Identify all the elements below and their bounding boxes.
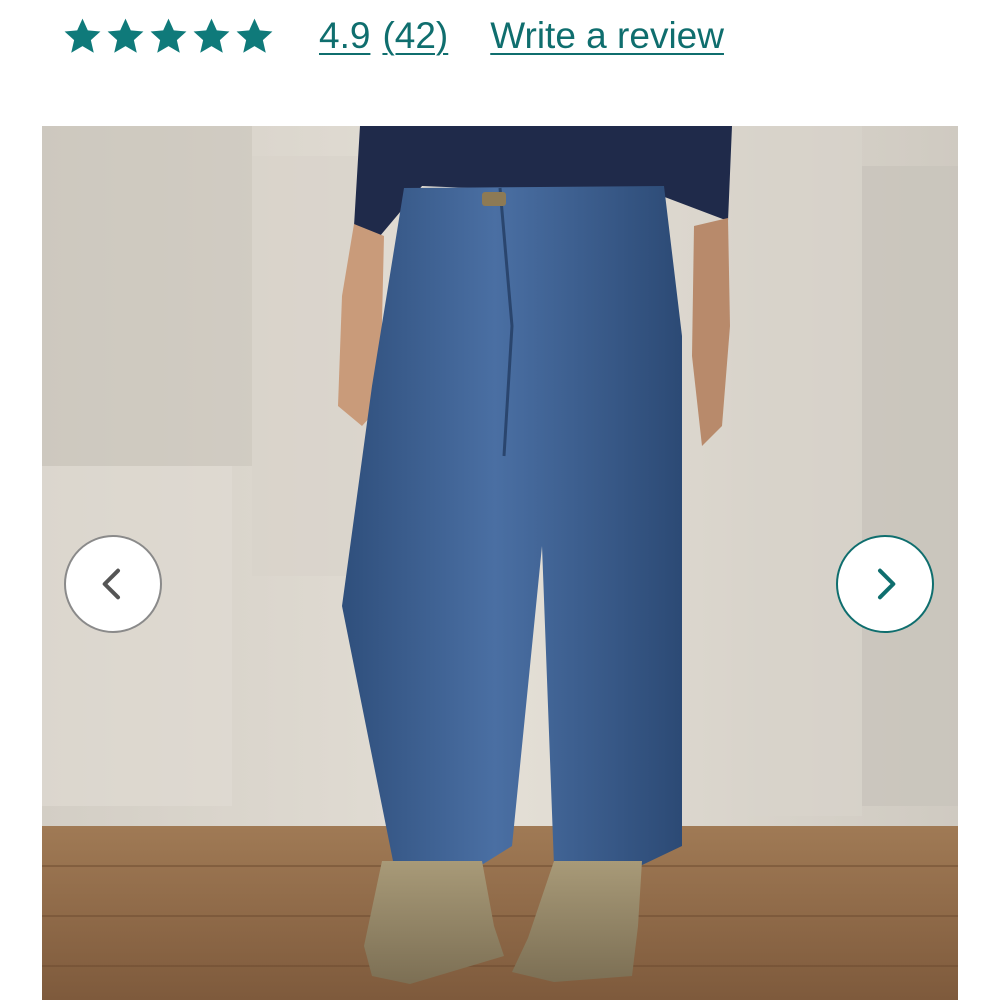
product-image-carousel[interactable] — [42, 126, 958, 1000]
chevron-left-icon — [93, 564, 133, 604]
chevron-right-icon — [865, 564, 905, 604]
rating-summary: 4.9 (42) Write a review — [62, 8, 724, 64]
product-photo — [42, 126, 958, 1000]
write-review-link[interactable]: Write a review — [490, 15, 724, 57]
next-image-button[interactable] — [836, 535, 934, 633]
star-icon — [105, 16, 146, 57]
star-icon — [191, 16, 232, 57]
star-icon — [148, 16, 189, 57]
star-icon — [234, 16, 275, 57]
previous-image-button[interactable] — [64, 535, 162, 633]
star-icon — [62, 16, 103, 57]
rating-value-link[interactable]: 4.9 — [319, 15, 370, 57]
review-count-link[interactable]: (42) — [382, 15, 448, 57]
star-rating — [62, 16, 275, 57]
